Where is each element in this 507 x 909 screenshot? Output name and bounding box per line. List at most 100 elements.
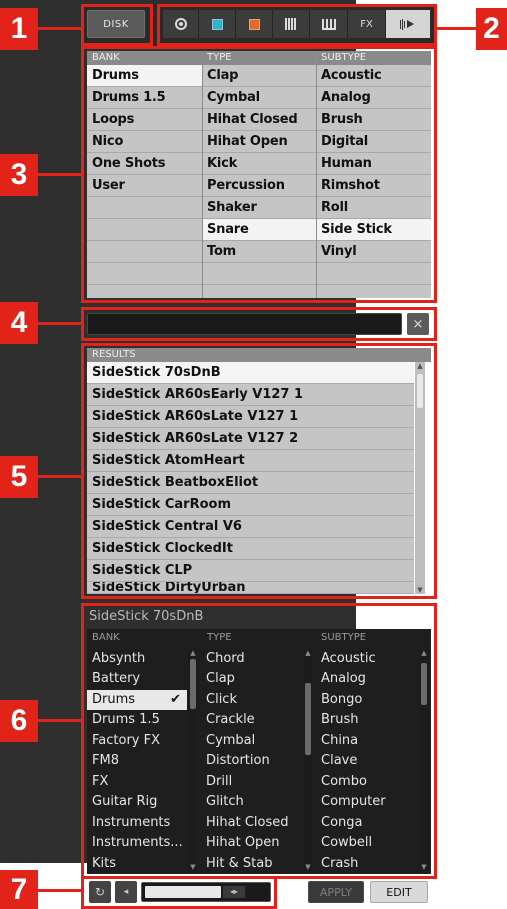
scroll-down-arrow-icon[interactable]: ▼	[303, 863, 313, 871]
editor-type-item[interactable]: Click	[201, 690, 301, 710]
search-clear-button[interactable]: ×	[407, 313, 429, 335]
editor-subtype-item[interactable]: Computer	[316, 792, 416, 812]
editor-subtype-item[interactable]: Cowbell	[316, 833, 416, 853]
filter-type-item[interactable]: Cymbal	[202, 87, 316, 109]
filter-bank-item[interactable]: Drums 1.5	[87, 87, 202, 109]
prehear-volume-button[interactable]: ◂	[115, 881, 137, 903]
editor-bank-item[interactable]: Drums 1.5	[87, 710, 187, 730]
editor-bank-item[interactable]: Instruments	[87, 813, 187, 833]
editor-subtype-item[interactable]: Conga	[316, 813, 416, 833]
editor-bank-item[interactable]: Instruments...	[87, 833, 187, 853]
editor-bank-scrollbar[interactable]: ▲ ▼	[188, 649, 198, 871]
filter-subtype-item[interactable]: Side Stick	[316, 219, 431, 241]
result-item[interactable]: SideStick AtomHeart	[87, 450, 414, 472]
editor-bank-item[interactable]: Factory FX	[87, 731, 187, 751]
editor-type-item[interactable]: Chord	[201, 649, 301, 669]
editor-type-scrollbar[interactable]: ▲ ▼	[303, 649, 313, 871]
filter-subtype-item[interactable]: Digital	[316, 131, 431, 153]
filter-subtype-item[interactable]: Vinyl	[316, 241, 431, 263]
filter-type-item[interactable]: Tom	[202, 241, 316, 263]
sound-type-button[interactable]	[236, 10, 273, 38]
sample-type-button[interactable]	[386, 10, 430, 38]
filter-type-item[interactable]: Snare	[202, 219, 316, 241]
instrument-type-button[interactable]	[310, 10, 348, 38]
editor-type-item[interactable]: Drill	[201, 772, 301, 792]
editor-subtype-scrollbar[interactable]: ▲ ▼	[419, 649, 429, 871]
editor-bank-item[interactable]: Kits	[87, 854, 187, 874]
editor-subtype-item[interactable]: Analog	[316, 669, 416, 689]
filter-subtype-item[interactable]: Roll	[316, 197, 431, 219]
filter-type-item[interactable]: Clap	[202, 65, 316, 87]
editor-type-scroll-thumb[interactable]	[305, 683, 311, 755]
volume-slider-handle[interactable]: ◂▸	[223, 886, 245, 898]
fx-type-button[interactable]: FX	[348, 10, 386, 38]
filter-subtype-item[interactable]: Acoustic	[316, 65, 431, 87]
scroll-up-arrow-icon[interactable]: ▲	[419, 649, 429, 657]
editor-subtype-item[interactable]: Brush	[316, 710, 416, 730]
result-item[interactable]: SideStick AR60sLate V127 2	[87, 428, 414, 450]
filter-type-item[interactable]: Kick	[202, 153, 316, 175]
result-item[interactable]: SideStick CLP	[87, 560, 414, 582]
filter-bank-item[interactable]: One Shots	[87, 153, 202, 175]
pattern-type-button[interactable]	[273, 10, 310, 38]
result-item[interactable]: SideStick BeatboxEliot	[87, 472, 414, 494]
disk-button[interactable]: DISK	[87, 10, 145, 38]
editor-type-item[interactable]: Glitch	[201, 792, 301, 812]
editor-subtype-item[interactable]: Combo	[316, 772, 416, 792]
editor-type-item[interactable]: Distortion	[201, 751, 301, 771]
editor-bank-item[interactable]: Battery	[87, 669, 187, 689]
editor-type-item[interactable]: Clap	[201, 669, 301, 689]
filter-subtype-item[interactable]: Rimshot	[316, 175, 431, 197]
editor-type-item[interactable]: Hihat Open	[201, 833, 301, 853]
scroll-up-arrow-icon[interactable]: ▲	[188, 649, 198, 657]
scroll-down-arrow-icon[interactable]: ▼	[419, 863, 429, 871]
editor-type-item[interactable]: Crackle	[201, 710, 301, 730]
filter-type-item[interactable]: Hihat Closed	[202, 109, 316, 131]
editor-bank-item-selected[interactable]: Drums ✔	[87, 690, 187, 710]
result-item[interactable]: SideStick AR60sLate V127 1	[87, 406, 414, 428]
editor-subtype-item[interactable]: Clave	[316, 751, 416, 771]
filter-bank-item[interactable]: Loops	[87, 109, 202, 131]
result-item[interactable]: SideStick Central V6	[87, 516, 414, 538]
editor-subtype-item[interactable]: China	[316, 731, 416, 751]
editor-bank-item[interactable]: Guitar Rig	[87, 792, 187, 812]
search-input[interactable]	[87, 313, 402, 335]
result-item[interactable]: SideStick 70sDnB	[87, 362, 414, 384]
editor-bank-item[interactable]: Absynth	[87, 649, 187, 669]
filter-subtype-item[interactable]: Analog	[316, 87, 431, 109]
project-type-button[interactable]	[163, 10, 199, 38]
filter-type-item[interactable]: Shaker	[202, 197, 316, 219]
result-item[interactable]: SideStick CarRoom	[87, 494, 414, 516]
filter-bank-item[interactable]: Nico	[87, 131, 202, 153]
edit-button[interactable]: EDIT	[370, 881, 428, 903]
apply-button[interactable]: APPLY	[308, 881, 364, 903]
editor-subtype-item[interactable]: Crash	[316, 854, 416, 874]
results-scroll-thumb[interactable]	[417, 374, 423, 408]
scroll-up-arrow-icon[interactable]: ▲	[303, 649, 313, 657]
filter-bank-item[interactable]: User	[87, 175, 202, 197]
scroll-down-arrow-icon[interactable]: ▼	[188, 863, 198, 871]
editor-bank-item[interactable]: FX	[87, 772, 187, 792]
prehear-volume-slider[interactable]: ◂▸	[141, 882, 271, 902]
scroll-down-arrow-icon[interactable]: ▼	[415, 586, 425, 594]
results-scrollbar[interactable]: ▲ ▼	[415, 362, 425, 594]
editor-type-item[interactable]: Hit & Stab	[201, 854, 301, 874]
filter-type-item[interactable]: Percussion	[202, 175, 316, 197]
scroll-up-arrow-icon[interactable]: ▲	[415, 362, 425, 370]
filter-subtype-item[interactable]: Human	[316, 153, 431, 175]
editor-subtype-scroll-thumb[interactable]	[421, 663, 427, 705]
editor-type-item[interactable]: Hihat Closed	[201, 813, 301, 833]
result-item[interactable]: SideStick AR60sEarly V127 1	[87, 384, 414, 406]
prehear-play-button[interactable]: ↻	[89, 881, 111, 903]
editor-bank-item[interactable]: FM8	[87, 751, 187, 771]
result-item[interactable]: SideStick ClockedIt	[87, 538, 414, 560]
filter-type-item[interactable]: Hihat Open	[202, 131, 316, 153]
result-item[interactable]: SideStick DirtyUrban	[87, 582, 414, 594]
group-type-button[interactable]	[199, 10, 236, 38]
filter-bank-item[interactable]: Drums	[87, 65, 202, 87]
editor-subtype-item[interactable]: Bongo	[316, 690, 416, 710]
filter-subtype-item[interactable]: Brush	[316, 109, 431, 131]
editor-subtype-item[interactable]: Acoustic	[316, 649, 416, 669]
editor-bank-scroll-thumb[interactable]	[190, 659, 196, 709]
editor-type-item[interactable]: Cymbal	[201, 731, 301, 751]
